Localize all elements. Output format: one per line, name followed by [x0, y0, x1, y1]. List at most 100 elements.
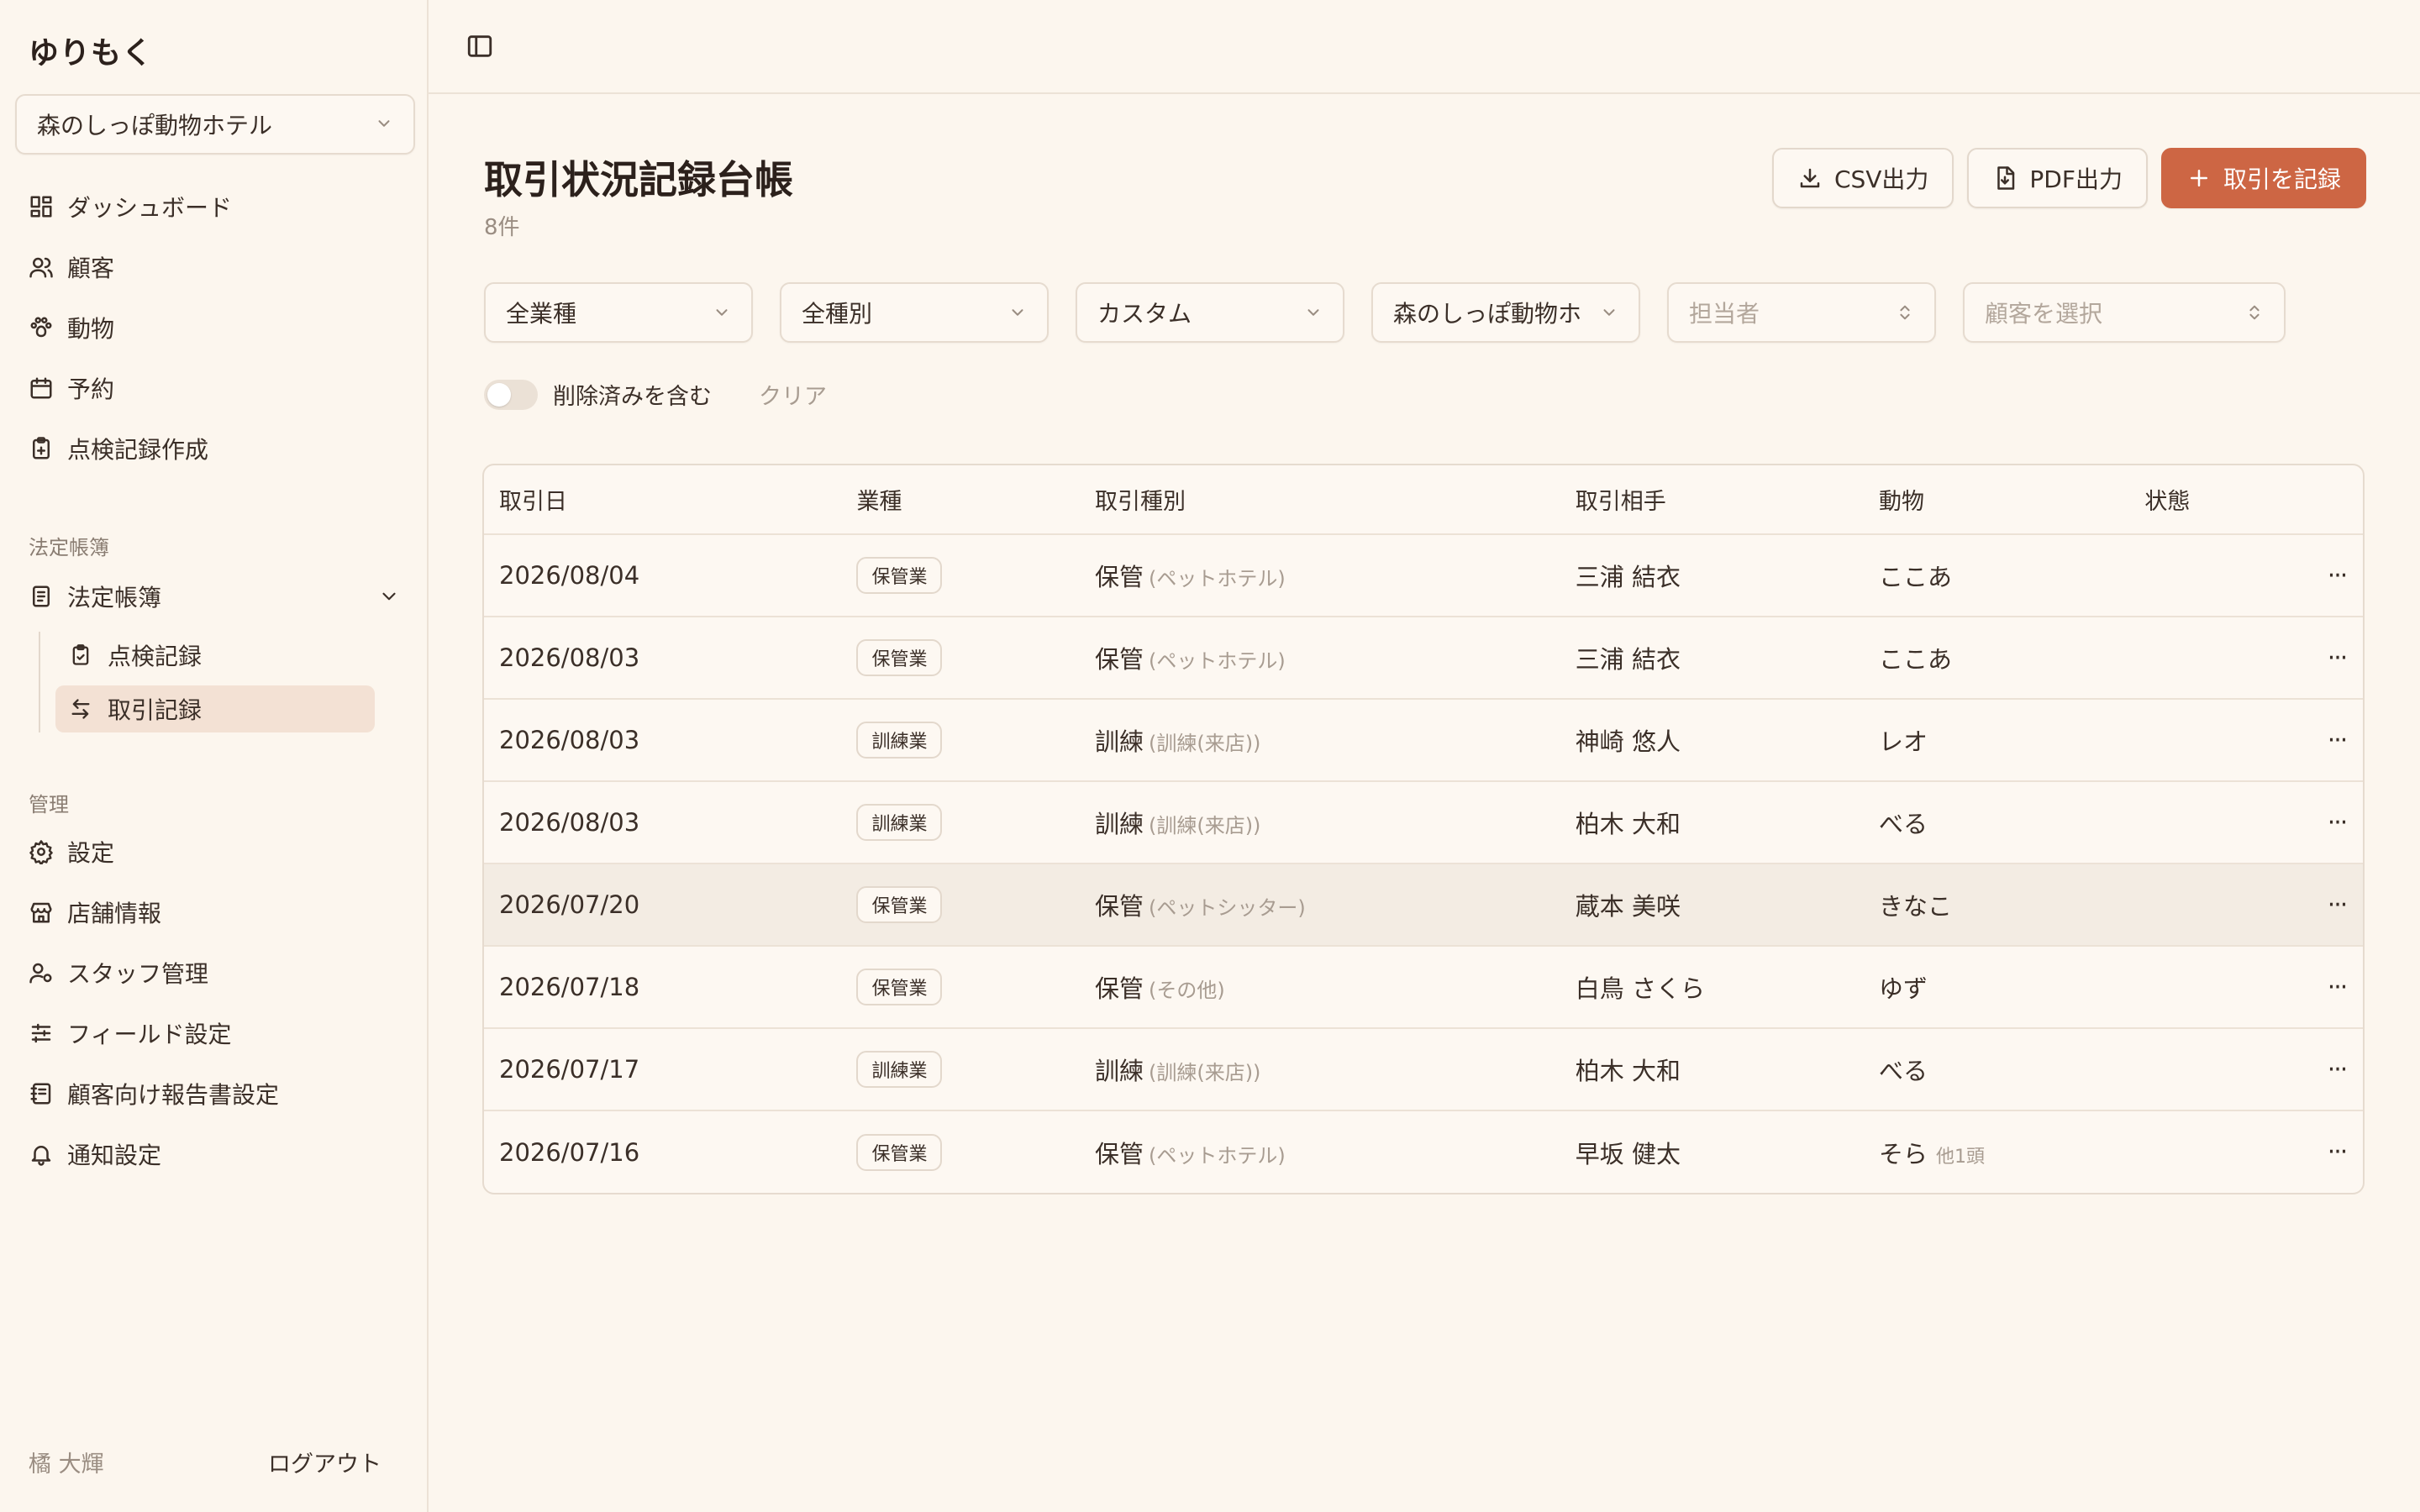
nav-staff[interactable]: スタッフ管理: [15, 946, 415, 1000]
cell-type: 保管 (ペットホテル): [1079, 617, 1560, 700]
main-content: 取引状況記録台帳 8件 CSV出力 PDF出力 取引を記録 全業種 全種別 カス…: [429, 0, 2420, 1512]
row-menu-button[interactable]: ···: [2296, 534, 2363, 617]
nav-transaction-records[interactable]: 取引記録: [55, 685, 375, 732]
nav-dashboard[interactable]: ダッシュボード: [15, 180, 415, 234]
animal-name[interactable]: ここあ: [1879, 563, 1952, 591]
nav-reservations[interactable]: 予約: [15, 361, 415, 415]
add-transaction-button[interactable]: 取引を記録: [2160, 148, 2366, 208]
pdf-export-label: PDF出力: [2029, 165, 2123, 193]
staff-filter-placeholder: 担当者: [1689, 300, 1760, 328]
nav-field-settings[interactable]: フィールド設定: [15, 1006, 415, 1060]
csv-export-label: CSV出力: [1833, 165, 1929, 193]
nav-animals[interactable]: 動物: [15, 301, 415, 354]
gear-icon: [27, 837, 55, 866]
cell-industry: 保管業: [841, 946, 1080, 1029]
nav-label: 店舗情報: [67, 900, 162, 927]
cell-partner[interactable]: 柏木 大和: [1560, 781, 1865, 864]
cell-partner[interactable]: 蔵本 美咲: [1560, 864, 1865, 947]
row-menu-button[interactable]: ···: [2296, 699, 2363, 782]
type-filter[interactable]: 全種別: [780, 282, 1049, 343]
nav-inspection-records[interactable]: 点検記録: [55, 632, 375, 679]
period-filter[interactable]: カスタム: [1076, 282, 1344, 343]
cell-partner[interactable]: 柏木 大和: [1560, 1028, 1865, 1111]
more-horizontal-icon: ···: [2327, 890, 2349, 920]
type-sub-label: (ペットホテル): [1148, 567, 1286, 591]
cell-partner[interactable]: 早坂 健太: [1560, 1110, 1864, 1193]
row-menu-button[interactable]: ···: [2296, 781, 2363, 864]
industry-badge: 保管業: [856, 969, 943, 1005]
include-deleted-toggle[interactable]: [484, 379, 538, 410]
cell-partner[interactable]: 白鳥 さくら: [1560, 946, 1865, 1029]
table-row[interactable]: 2026/07/17 訓練業 訓練 (訓練(来店)) 柏木 大和 べる ···: [484, 1028, 2363, 1111]
row-menu-button[interactable]: ···: [2296, 946, 2363, 1029]
table-row[interactable]: 2026/08/03 訓練業 訓練 (訓練(来店)) 神崎 悠人 レオ ···: [484, 699, 2363, 782]
nav-store-info[interactable]: 店舗情報: [15, 885, 415, 939]
table-row[interactable]: 2026/08/03 訓練業 訓練 (訓練(来店)) 柏木 大和 べる ···: [484, 781, 2363, 864]
nav-label: 取引記録: [108, 696, 203, 724]
cell-date: 2026/07/16: [499, 1137, 640, 1167]
users-icon: [27, 253, 55, 281]
clear-filters-button[interactable]: クリア: [759, 378, 827, 411]
animal-name[interactable]: ここあ: [1879, 645, 1952, 674]
table-row[interactable]: 2026/07/18 保管業 保管 (その他) 白鳥 さくら ゆず ···: [484, 946, 2363, 1029]
animal-name[interactable]: べる: [1879, 1057, 1928, 1085]
column-header[interactable]: 動物: [1864, 465, 2130, 535]
animal-name[interactable]: きなこ: [1879, 892, 1952, 921]
nav-notification-settings[interactable]: 通知設定: [15, 1127, 415, 1181]
animal-name[interactable]: ゆず: [1879, 974, 1928, 1003]
more-horizontal-icon: ···: [2327, 1054, 2349, 1084]
nav-label: 顧客: [67, 255, 115, 282]
nav-report-settings[interactable]: 顧客向け報告書設定: [15, 1067, 415, 1121]
column-header[interactable]: 取引日: [484, 465, 842, 535]
csv-export-button[interactable]: CSV出力: [1771, 148, 1954, 208]
sidebar-toggle-icon[interactable]: [466, 32, 494, 60]
table-row[interactable]: 2026/07/16 保管業 保管 (ペットホテル) 早坂 健太 そら 他1頭 ··…: [484, 1110, 2363, 1193]
clipboard-check-icon: [67, 642, 94, 669]
industry-badge: 保管業: [856, 639, 943, 676]
cell-animal: きなこ: [1864, 864, 2130, 947]
industry-badge: 保管業: [856, 886, 943, 923]
nav-inspection-create[interactable]: 点検記録作成: [15, 422, 415, 475]
nav-settings[interactable]: 設定: [15, 825, 415, 879]
table-row[interactable]: 2026/07/20 保管業 保管 (ペットシッター) 蔵本 美咲 きなこ ···: [484, 864, 2363, 947]
sidebar: ゆりもく 森のしっぽ動物ホテル ダッシュボード 顧客 動物 予約 点検記録作成 …: [0, 0, 429, 1512]
nav-ledger-group[interactable]: 法定帳簿: [15, 570, 415, 623]
cell-partner[interactable]: 三浦 結衣: [1560, 617, 1865, 700]
store-filter[interactable]: 森のしっぽ動物ホ: [1371, 282, 1640, 343]
column-header[interactable]: 状態: [2129, 465, 2296, 535]
type-sub-label: (ペットホテル): [1148, 1143, 1286, 1168]
cell-partner[interactable]: 三浦 結衣: [1560, 534, 1865, 617]
page-title: 取引状況記録台帳: [484, 157, 793, 202]
industry-filter[interactable]: 全業種: [484, 282, 753, 343]
customer-filter[interactable]: 顧客を選択: [1963, 282, 2286, 343]
column-header[interactable]: 業種: [841, 465, 1080, 535]
cell-partner[interactable]: 神崎 悠人: [1560, 699, 1865, 782]
cell-industry: 保管業: [841, 864, 1080, 947]
animal-name[interactable]: レオ: [1879, 727, 1928, 756]
staff-filter[interactable]: 担当者: [1667, 282, 1936, 343]
nav-label: 点検記録: [108, 643, 203, 670]
include-deleted-label: 削除済みを含む: [553, 384, 712, 410]
column-header[interactable]: 取引相手: [1560, 465, 1865, 535]
page-actions: CSV出力 PDF出力 取引を記録: [1771, 148, 2366, 208]
nav-customers[interactable]: 顧客: [15, 240, 415, 294]
table-row[interactable]: 2026/08/03 保管業 保管 (ペットホテル) 三浦 結衣 ここあ ···: [484, 617, 2363, 700]
cell-date: 2026/07/20: [484, 864, 842, 947]
cell-status: [2129, 781, 2296, 864]
cell-type: 保管 (その他): [1079, 946, 1560, 1029]
more-horizontal-icon: ···: [2327, 972, 2349, 1002]
row-menu-button[interactable]: ···: [2296, 617, 2363, 700]
cell-industry: 保管業: [841, 534, 1080, 617]
animal-name[interactable]: べる: [1879, 810, 1928, 838]
column-header[interactable]: 取引種別: [1079, 465, 1560, 535]
table-row[interactable]: 2026/08/04 保管業 保管 (ペットホテル) 三浦 結衣 ここあ ···: [484, 534, 2363, 617]
logout-button[interactable]: ログアウト: [268, 1446, 381, 1478]
store-selector[interactable]: 森のしっぽ動物ホテル: [15, 94, 415, 155]
cell-status: [2129, 946, 2296, 1029]
animal-name[interactable]: そら: [1879, 1140, 1928, 1168]
row-menu-button[interactable]: ···: [2296, 1110, 2363, 1193]
row-menu-button[interactable]: ···: [2296, 864, 2363, 947]
pdf-export-button[interactable]: PDF出力: [1967, 148, 2148, 208]
row-menu-button[interactable]: ···: [2296, 1028, 2363, 1111]
cell-industry: 訓練業: [841, 1028, 1080, 1111]
